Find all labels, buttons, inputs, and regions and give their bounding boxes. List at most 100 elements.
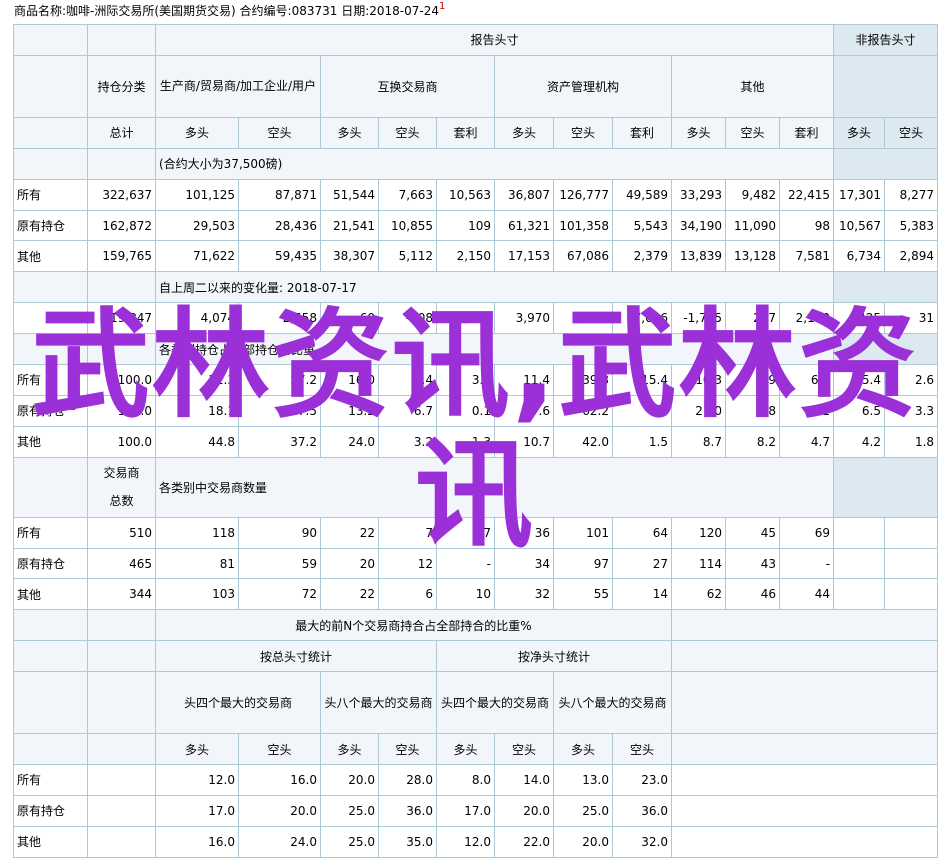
value-cell: 8,277 bbox=[884, 178, 939, 211]
value-cell: 64 bbox=[612, 516, 672, 549]
value-cell: 118 bbox=[155, 516, 239, 549]
blank-cell bbox=[833, 333, 939, 366]
value-cell: 3.3 bbox=[436, 364, 495, 396]
value-cell: 3.4 bbox=[612, 394, 672, 427]
value-cell: 13.0 bbox=[553, 764, 613, 796]
value-cell: 7,581 bbox=[778, 240, 835, 273]
value-cell: 62 bbox=[671, 578, 726, 611]
value-cell: 10 bbox=[436, 578, 495, 611]
header-mark: 1 bbox=[439, 1, 446, 12]
table-row: 其他 100.0 44.8 37.2 24.0 3.2 1.3 10.7 42.… bbox=[13, 425, 939, 458]
value-cell: 71,622 bbox=[155, 240, 239, 273]
value-cell: 19,847 bbox=[87, 302, 156, 335]
managed-short-header: 空头 bbox=[553, 116, 613, 149]
row-label: 其他 bbox=[13, 578, 88, 611]
table-row: 原有持仓 162,872 29,503 28,436 21,541 10,855… bbox=[13, 209, 939, 242]
value-cell: 20.0 bbox=[494, 794, 554, 827]
value-cell: 13,128 bbox=[725, 240, 780, 273]
value-cell: 5.4 bbox=[833, 364, 886, 396]
value-cell: 8.2 bbox=[725, 425, 780, 458]
footnote-star: *2 bbox=[65, 402, 77, 414]
value-cell: 510 bbox=[87, 516, 156, 549]
value-cell: 11,090 bbox=[725, 209, 780, 242]
value-cell: 36.0 bbox=[378, 794, 437, 827]
value-cell: 28,436 bbox=[238, 209, 321, 242]
value-cell: 6 bbox=[378, 578, 437, 611]
value-cell: 6.8 bbox=[725, 394, 780, 427]
value-cell: 25.0 bbox=[553, 794, 613, 827]
table-row: 原有持仓*2 100.0 18.1 17.5 13.2 6.7 0.1 37.6… bbox=[13, 394, 939, 427]
value-cell: 322,637 bbox=[87, 178, 156, 211]
value-cell bbox=[833, 547, 886, 580]
value-cell: 37.6 bbox=[494, 394, 554, 427]
value-cell: 0.1 bbox=[436, 394, 495, 427]
value-cell: 2.9 bbox=[725, 364, 780, 396]
blank-cell bbox=[13, 671, 88, 735]
long-header: 多头 bbox=[553, 733, 613, 766]
short-header: 空头 bbox=[494, 733, 554, 766]
value-cell: 344 bbox=[87, 578, 156, 611]
page-header: 商品名称:咖啡-洲际交易所(美国期货交易) 合约编号:083731 日期:201… bbox=[14, 2, 445, 20]
table-row: 所有 322,637 101,125 87,871 51,544 7,663 1… bbox=[13, 178, 939, 211]
value-cell: 6.7 bbox=[378, 394, 437, 427]
value-cell: 11.4 bbox=[494, 364, 554, 396]
blank-cell bbox=[13, 116, 88, 149]
header-row-1: 报告头寸 非报告头寸 bbox=[13, 24, 939, 56]
value-cell: 17,301 bbox=[833, 178, 886, 211]
row-label: 所有 bbox=[13, 516, 88, 549]
gross-position-header: 按总头寸统计 bbox=[155, 640, 437, 673]
value-cell: 6,734 bbox=[833, 240, 886, 273]
swap-short-header: 空头 bbox=[378, 116, 437, 149]
value-cell: 10.3 bbox=[671, 364, 726, 396]
blank-cell bbox=[833, 271, 939, 304]
blank-cell bbox=[670, 640, 939, 673]
value-cell: 69 bbox=[778, 516, 835, 549]
value-cell: 17,153 bbox=[494, 240, 554, 273]
value-cell: 6.9 bbox=[778, 364, 835, 396]
table-row: 19,847 4,074 2,558 -60 -308 4,097 3,970 … bbox=[13, 302, 939, 335]
share-of-oi-note: 各类别持仓占全部持仓的比重 bbox=[154, 333, 835, 366]
blank-cell bbox=[670, 733, 939, 766]
value-cell: 465 bbox=[87, 547, 156, 580]
value-cell: -308 bbox=[378, 302, 437, 335]
value-cell: 51,544 bbox=[320, 178, 379, 211]
value-cell: 31.3 bbox=[155, 364, 239, 396]
value-cell: 10,855 bbox=[378, 209, 437, 242]
value-cell: 0.1 bbox=[778, 394, 835, 427]
trader-count-note: 各类别中交易商数量 bbox=[154, 456, 835, 518]
blank-cell bbox=[670, 609, 939, 642]
value-cell: -1,775 bbox=[671, 302, 726, 335]
blank-cell bbox=[87, 794, 156, 827]
value-cell: 20.0 bbox=[553, 825, 613, 858]
short-header: 空头 bbox=[238, 733, 321, 766]
blank-cell bbox=[13, 54, 88, 118]
value-cell: 98 bbox=[778, 209, 835, 242]
blank-cell bbox=[670, 825, 939, 858]
value-cell: 3,970 bbox=[494, 302, 554, 335]
value-cell: 14 bbox=[612, 578, 672, 611]
value-cell: 21.0 bbox=[671, 394, 726, 427]
table-row: 所有 100.0 31.3 27.2 16.0 2.4 3.3 11.4 39.… bbox=[13, 364, 939, 396]
producer-header: 生产商/贸易商/加工企业/用户 bbox=[155, 54, 321, 118]
row-label bbox=[13, 302, 88, 335]
blank-cell bbox=[87, 271, 156, 304]
value-cell: 1.5 bbox=[612, 425, 672, 458]
blank-cell bbox=[13, 456, 88, 518]
blank-cell bbox=[13, 733, 88, 766]
value-cell: 24.0 bbox=[320, 425, 379, 458]
value-cell: 35.0 bbox=[378, 825, 437, 858]
value-cell: 17 bbox=[436, 516, 495, 549]
value-cell: 14.0 bbox=[494, 764, 554, 796]
blank-cell bbox=[87, 609, 156, 642]
value-cell: 12.0 bbox=[436, 825, 495, 858]
value-cell: 20 bbox=[320, 547, 379, 580]
table-row: 其他 16.0 24.0 25.0 35.0 12.0 22.0 20.0 32… bbox=[13, 825, 939, 858]
value-cell: 4,097 bbox=[436, 302, 495, 335]
blank-cell bbox=[670, 764, 939, 796]
value-cell bbox=[884, 547, 939, 580]
row-label-text: 原有持仓 bbox=[17, 404, 66, 419]
value-cell: 10,563 bbox=[436, 178, 495, 211]
table-row: 其他 159,765 71,622 59,435 38,307 5,112 2,… bbox=[13, 240, 939, 273]
value-cell: 20.0 bbox=[320, 764, 379, 796]
value-cell: 100.0 bbox=[87, 394, 156, 427]
